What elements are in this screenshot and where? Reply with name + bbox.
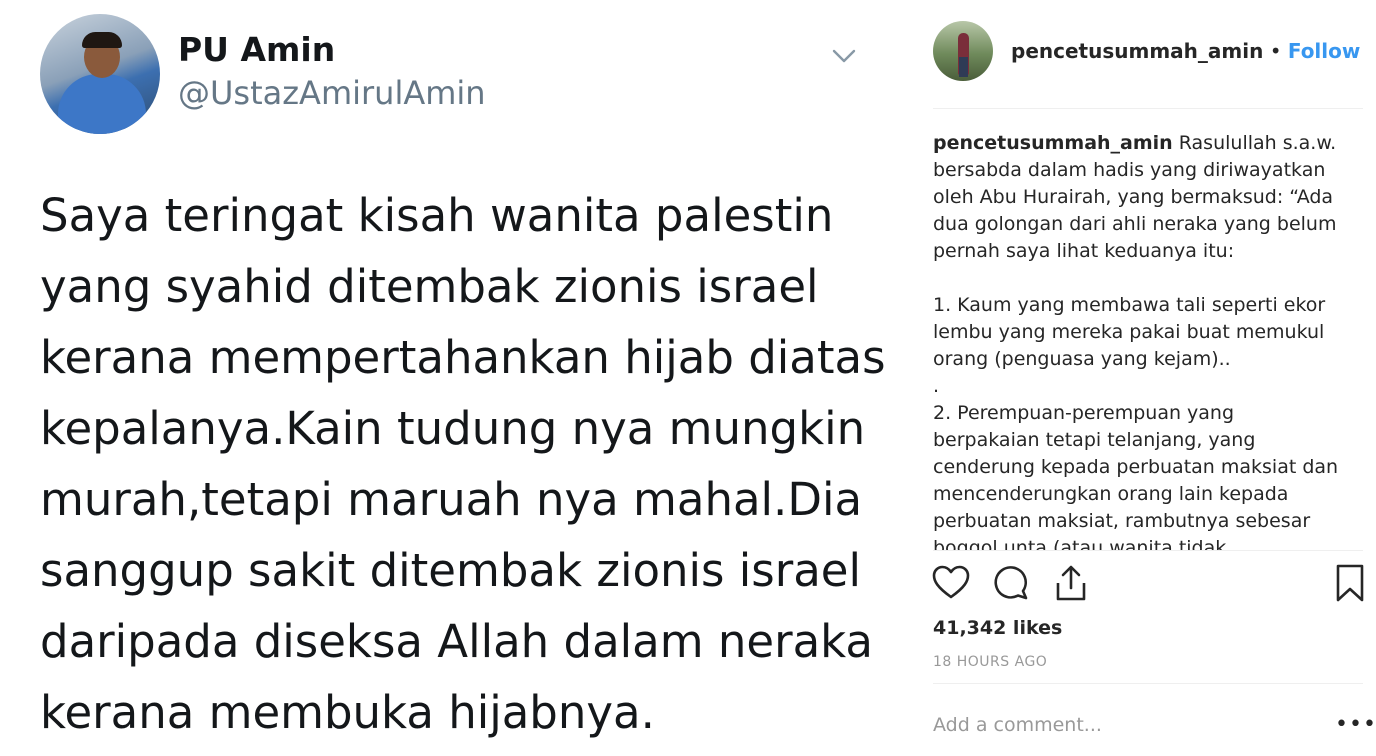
divider [933,550,1363,551]
likes-count[interactable]: 41,342 likes [933,617,1062,639]
ig-avatar[interactable] [933,21,993,81]
comment-input[interactable]: Add a comment... [933,714,1102,736]
ig-caption: pencetusummah_amin Rasulullah s.a.w. ber… [933,130,1343,550]
caption-text: Rasulullah s.a.w. bersabda dalam hadis y… [933,132,1339,550]
tweet-text: Saya teringat kisah wanita palestin yang… [40,189,886,739]
instagram-post-panel: pencetusummah_amin • Follow pencetusumma… [905,0,1376,756]
tweet-handle[interactable]: @UstazAmirulAmin [178,74,486,112]
tweet-card: PU Amin @UstazAmirulAmin Saya teringat k… [0,0,905,756]
share-icon[interactable] [1051,563,1091,603]
divider [933,108,1363,109]
tweet-avatar[interactable] [40,14,160,134]
comment-icon[interactable] [992,563,1032,603]
post-timestamp[interactable]: 18 HOURS AGO [933,654,1047,670]
ig-username[interactable]: pencetusummah_amin [1011,39,1263,63]
caption-username[interactable]: pencetusummah_amin [933,132,1173,154]
bookmark-icon[interactable] [1330,563,1370,603]
chevron-down-icon[interactable] [830,42,858,70]
heart-icon[interactable] [931,563,971,603]
more-options-button[interactable]: ••• [1335,712,1376,737]
divider [933,683,1363,684]
ig-post-header: pencetusummah_amin • Follow [1011,39,1360,63]
follow-button[interactable]: Follow [1288,39,1361,63]
tweet-display-name[interactable]: PU Amin [178,30,335,69]
header-separator: • [1269,39,1282,63]
